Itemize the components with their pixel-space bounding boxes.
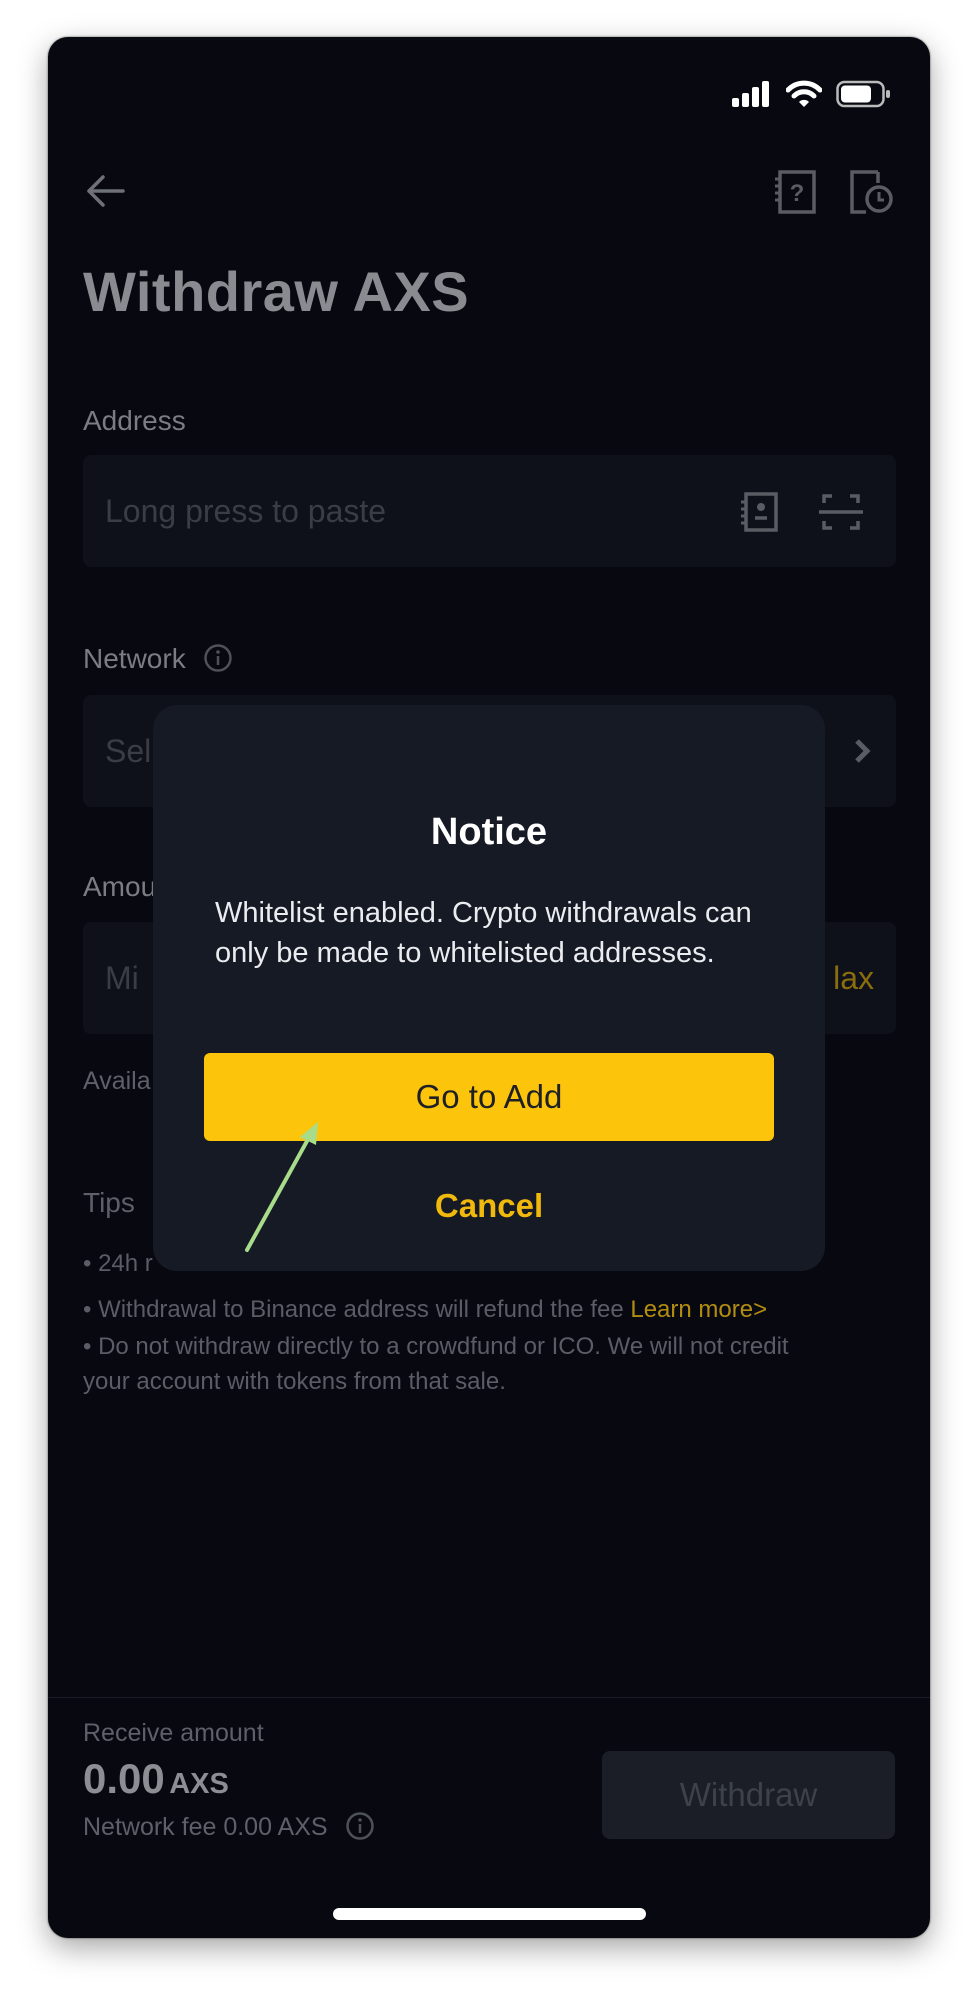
arrow-shaft [245,1130,314,1252]
phone-screen: ? Withdraw AXS Address Long press to pas… [48,37,930,1938]
annotation-arrow [245,1122,318,1252]
